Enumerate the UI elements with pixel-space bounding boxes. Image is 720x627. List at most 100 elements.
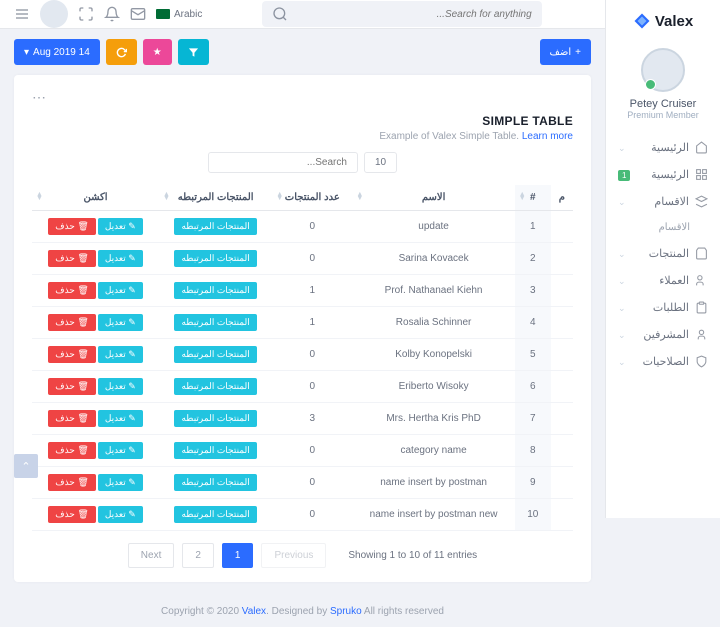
page-size-select[interactable]: 10: [364, 152, 397, 173]
star-button[interactable]: ★: [143, 39, 172, 65]
search-input[interactable]: [296, 9, 532, 20]
chevron-down-icon: ⌄: [618, 303, 626, 313]
col-actions[interactable]: ▲▼اكشن: [32, 185, 159, 211]
col-sort[interactable]: م: [551, 185, 573, 211]
related-button[interactable]: المنتجات المرتبطه: [174, 442, 256, 459]
col-name[interactable]: ▲▼الاسم: [352, 185, 514, 211]
delete-button[interactable]: حذف 🗑: [48, 218, 96, 235]
delete-button[interactable]: حذف 🗑: [48, 378, 96, 395]
related-button[interactable]: المنتجات المرتبطه: [174, 346, 256, 363]
nav-item[interactable]: ⌄الاقسام: [614, 188, 712, 215]
nav-item[interactable]: الاقسام: [614, 215, 712, 240]
cell-name: category name: [352, 435, 514, 467]
pager-prev[interactable]: Previous: [261, 543, 326, 568]
cell-count: 0: [272, 339, 352, 371]
related-button[interactable]: المنتجات المرتبطه: [174, 250, 256, 267]
cell-count: 0: [272, 467, 352, 499]
cell-num: 5: [515, 339, 551, 371]
cell-num: 3: [515, 275, 551, 307]
delete-button[interactable]: حذف 🗑: [48, 250, 96, 267]
card-menu-icon[interactable]: ⋯: [32, 89, 573, 106]
table-card: ⋯ SIMPLE TABLE Example of Valex Simple T…: [14, 75, 591, 582]
bell-icon[interactable]: [104, 6, 120, 22]
cell-count: 3: [272, 403, 352, 435]
nav-item[interactable]: ⌄الصلاحيات: [614, 348, 712, 375]
related-button[interactable]: المنتجات المرتبطه: [174, 378, 256, 395]
cell-num: 8: [515, 435, 551, 467]
table-row: حذف 🗑تعديل ✎المنتجات المرتبطه0name inser…: [32, 499, 573, 531]
edit-button[interactable]: تعديل ✎: [98, 442, 143, 459]
footer-brand-link[interactable]: Valex: [242, 606, 266, 617]
pager-page-2[interactable]: 2: [182, 543, 214, 568]
nav-item[interactable]: ⌄ الطلبات: [614, 294, 712, 321]
search-icon[interactable]: [272, 6, 288, 22]
search-bar: [262, 1, 542, 27]
nav-label: الرئيسية: [651, 168, 689, 181]
avatar[interactable]: [40, 0, 68, 28]
col-num[interactable]: ▲▼#: [515, 185, 551, 211]
related-button[interactable]: المنتجات المرتبطه: [174, 314, 256, 331]
edit-button[interactable]: تعديل ✎: [98, 474, 143, 491]
chevron-down-icon: ⌄: [618, 143, 626, 153]
related-button[interactable]: المنتجات المرتبطه: [174, 474, 256, 491]
related-button[interactable]: المنتجات المرتبطه: [174, 218, 256, 235]
learn-more-link[interactable]: Learn more: [522, 131, 573, 142]
chevron-down-icon: ⌄: [618, 249, 626, 259]
delete-button[interactable]: حذف 🗑: [48, 474, 96, 491]
cell-name: Mrs. Hertha Kris PhD: [352, 403, 514, 435]
nav-label: الطلبات: [653, 301, 689, 314]
footer-by-link[interactable]: Spruko: [330, 606, 362, 617]
delete-button[interactable]: حذف 🗑: [48, 442, 96, 459]
fullscreen-icon[interactable]: [78, 6, 94, 22]
table-search-input[interactable]: [208, 152, 358, 173]
col-related[interactable]: ▲▼المنتجات المرتبطه: [159, 185, 272, 211]
user-role: Premium Member: [627, 110, 699, 120]
edit-button[interactable]: تعديل ✎: [98, 314, 143, 331]
mail-icon[interactable]: [130, 6, 146, 22]
cell-count: 0: [272, 243, 352, 275]
nav-item[interactable]: ⌄المنتجات: [614, 240, 712, 267]
edit-button[interactable]: تعديل ✎: [98, 410, 143, 427]
nav-item[interactable]: ⌄المشرفين: [614, 321, 712, 348]
table-row: حذف 🗑تعديل ✎ المنتجات المرتبطه 3Mrs. Herth…: [32, 403, 573, 435]
admin-icon: [695, 328, 708, 341]
edit-button[interactable]: تعديل ✎: [98, 378, 143, 395]
cell-count: 0: [272, 435, 352, 467]
pager-page-1[interactable]: 1: [222, 543, 254, 568]
scroll-top-button[interactable]: ⌃: [14, 454, 38, 478]
col-count[interactable]: ▲▼عدد المنتجات: [272, 185, 352, 211]
footer: Copyright © 2020 Valex. Designed by Spru…: [0, 596, 605, 627]
language-selector[interactable]: Arabic: [156, 9, 202, 20]
pager-info: Showing 1 to 10 of 11 entries: [348, 550, 477, 561]
nav-item[interactable]: 1الرئيسية: [614, 161, 712, 188]
delete-button[interactable]: حذف 🗑: [48, 314, 96, 331]
home-icon: [695, 141, 708, 154]
edit-button[interactable]: تعديل ✎: [98, 282, 143, 299]
refresh-button[interactable]: [106, 39, 137, 65]
nav-item[interactable]: ⌄العملاء: [614, 267, 712, 294]
edit-button[interactable]: تعديل ✎: [98, 250, 143, 267]
nav-item[interactable]: ⌄الرئيسية: [614, 134, 712, 161]
chevron-down-icon: ⌄: [618, 197, 626, 207]
delete-button[interactable]: حذف 🗑: [48, 506, 96, 523]
nav-label: العملاء: [659, 274, 689, 287]
shield-icon: [695, 355, 708, 368]
filter-button[interactable]: [178, 39, 209, 65]
users-icon: [695, 274, 708, 287]
related-button[interactable]: المنتجات المرتبطه: [174, 410, 256, 427]
pager-next[interactable]: Next: [128, 543, 175, 568]
related-button[interactable]: المنتجات المرتبطه: [174, 506, 256, 523]
date-button[interactable]: ▾ Aug 2019 14: [14, 39, 100, 65]
delete-button[interactable]: حذف 🗑: [48, 282, 96, 299]
delete-button[interactable]: حذف 🗑: [48, 346, 96, 363]
menu-icon[interactable]: [14, 6, 30, 22]
pagination: Next 2 1 Previous Showing 1 to 10 of 11 …: [32, 543, 573, 568]
logo[interactable]: Valex: [633, 12, 693, 30]
sidebar-avatar[interactable]: [641, 48, 685, 92]
edit-button[interactable]: تعديل ✎: [98, 218, 143, 235]
edit-button[interactable]: تعديل ✎: [98, 346, 143, 363]
related-button[interactable]: المنتجات المرتبطه: [174, 282, 256, 299]
edit-button[interactable]: تعديل ✎: [98, 506, 143, 523]
add-button[interactable]: اضف +: [540, 39, 591, 65]
delete-button[interactable]: حذف 🗑: [48, 410, 96, 427]
